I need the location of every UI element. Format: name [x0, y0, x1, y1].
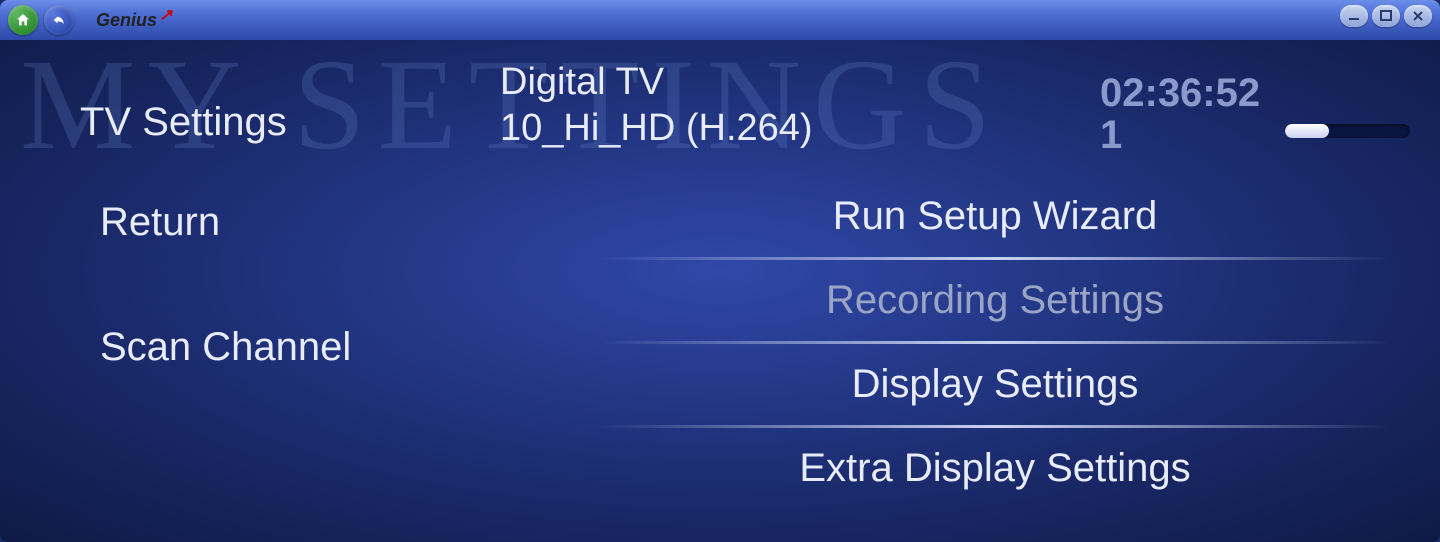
left-menu: Return Scan Channel [100, 160, 580, 505]
menu-item-label: Scan Channel [100, 325, 351, 369]
signal-strength-fill [1285, 124, 1329, 138]
titlebar: Genius ↗ [0, 0, 1440, 40]
menu-item-label: Recording Settings [826, 278, 1164, 322]
maximize-button[interactable] [1372, 5, 1400, 27]
menu-item-label: Display Settings [852, 362, 1139, 406]
brand-text: Genius [96, 10, 157, 31]
right-menu: Run Setup Wizard Recording Settings Disp… [580, 160, 1410, 505]
menu-item-label: Return [100, 200, 220, 244]
menu-divider [600, 257, 1390, 260]
menu-area: Return Scan Channel Run Setup Wizard Rec… [0, 160, 1440, 505]
page-title: TV Settings [80, 60, 500, 145]
back-button[interactable] [44, 5, 74, 35]
menu-item-run-setup-wizard[interactable]: Run Setup Wizard [580, 180, 1410, 253]
window-controls [1340, 5, 1432, 27]
menu-item-extra-display-settings[interactable]: Extra Display Settings [580, 432, 1410, 505]
clock-time: 02:36:52 [1100, 71, 1260, 115]
close-icon [1412, 10, 1424, 22]
content: MY SETTINGS TV Settings Digital TV 10_Hi… [0, 40, 1440, 542]
clock: 02:36:52 1 [1100, 72, 1280, 156]
source-type: Digital TV [500, 60, 813, 106]
home-icon [15, 12, 31, 28]
channel-info: Digital TV 10_Hi_HD (H.264) [500, 60, 813, 151]
signal-strength-bar [1285, 124, 1410, 138]
menu-item-label: Run Setup Wizard [833, 194, 1158, 238]
menu-item-return[interactable]: Return [100, 190, 580, 255]
menu-item-scan-channel[interactable]: Scan Channel [100, 315, 580, 380]
minimize-icon [1348, 10, 1360, 22]
close-button[interactable] [1404, 5, 1432, 27]
menu-item-display-settings[interactable]: Display Settings [580, 348, 1410, 421]
maximize-icon [1380, 10, 1392, 22]
menu-divider [600, 341, 1390, 344]
home-button[interactable] [8, 5, 38, 35]
header-row: TV Settings Digital TV 10_Hi_HD (H.264) … [0, 40, 1440, 160]
signal-index: 1 [1100, 113, 1122, 157]
app-window: Genius ↗ MY SETTINGS TV Settings Digital… [0, 0, 1440, 542]
channel-name: 10_Hi_HD (H.264) [500, 106, 813, 152]
brand-logo: Genius ↗ [96, 10, 172, 31]
back-arrow-icon [51, 12, 67, 28]
brand-arrow-icon: ↗ [159, 5, 172, 25]
titlebar-left: Genius ↗ [8, 5, 172, 35]
menu-divider [600, 425, 1390, 428]
minimize-button[interactable] [1340, 5, 1368, 27]
menu-item-recording-settings[interactable]: Recording Settings [580, 264, 1410, 337]
menu-item-label: Extra Display Settings [799, 446, 1190, 490]
